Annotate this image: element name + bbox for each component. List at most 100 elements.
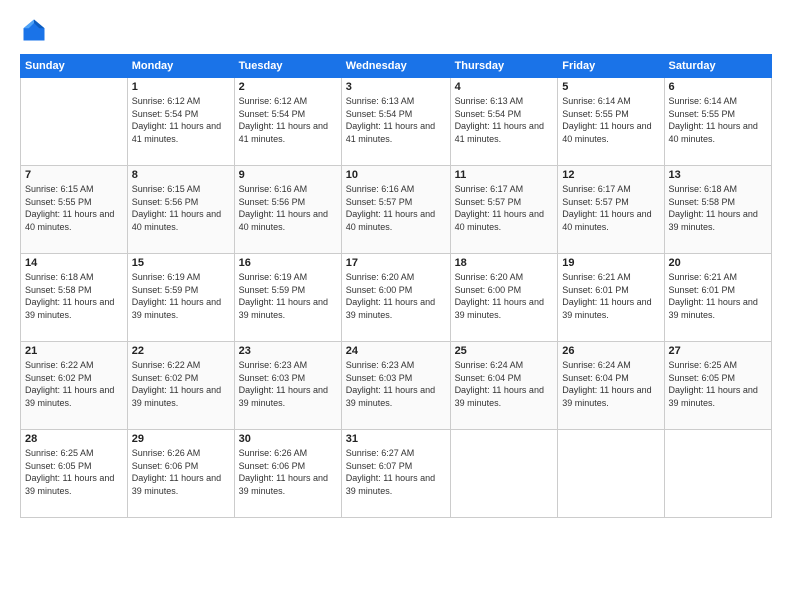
calendar-cell: 23 Sunrise: 6:23 AMSunset: 6:03 PMDayligh… [234,342,341,430]
day-number: 2 [239,81,337,93]
calendar-cell [450,430,558,518]
logo [20,16,52,44]
day-number: 20 [669,257,767,269]
calendar-cell: 14Sunrise: 6:18 AMSunset: 5:58 PMDayligh… [21,254,128,342]
day-number: 7 [25,169,123,181]
day-number: 17 [346,257,446,269]
calendar-cell: 6Sunrise: 6:14 AMSunset: 5:55 PMDaylight… [664,78,771,166]
day-number: 28 [25,433,123,445]
calendar-cell: 9 Sunrise: 6:16 AMSunset: 5:56 PMDaylight… [234,166,341,254]
day-info: Sunrise: 6:20 AMSunset: 6:00 PMDaylight:… [455,271,554,321]
day-info: Sunrise: 6:24 AMSunset: 6:04 PMDaylight:… [562,359,659,409]
day-number: 16 [239,257,337,269]
day-number: 25 [455,345,554,357]
day-info: Sunrise: 6:26 AMSunset: 6:06 PMDaylight:… [132,447,230,497]
day-info: Sunrise: 6:12 AMSunset: 5:54 PMDaylight:… [132,95,230,145]
calendar-header-row: SundayMondayTuesdayWednesdayThursdayFrid… [21,55,772,78]
day-info: Sunrise: 6:21 AMSunset: 6:01 PMDaylight:… [669,271,767,321]
day-number: 19 [562,257,659,269]
day-number: 27 [669,345,767,357]
day-number: 23 [239,345,337,357]
day-number: 3 [346,81,446,93]
day-number: 30 [239,433,337,445]
calendar-header-friday: Friday [558,55,664,78]
calendar-cell: 17 Sunrise: 6:20 AMSunset: 6:00 PMDayligh… [341,254,450,342]
day-info: Sunrise: 6:23 AMSunset: 6:03 PMDaylight:… [346,359,446,409]
day-number: 13 [669,169,767,181]
calendar-cell: 11 Sunrise: 6:17 AMSunset: 5:57 PMDayligh… [450,166,558,254]
calendar-cell: 10 Sunrise: 6:16 AMSunset: 5:57 PMDayligh… [341,166,450,254]
day-number: 26 [562,345,659,357]
day-info: Sunrise: 6:16 AMSunset: 5:57 PMDaylight:… [346,183,446,233]
calendar-cell: 28Sunrise: 6:25 AMSunset: 6:05 PMDayligh… [21,430,128,518]
day-info: Sunrise: 6:13 AMSunset: 5:54 PMDaylight:… [346,95,446,145]
day-info: Sunrise: 6:17 AMSunset: 5:57 PMDaylight:… [562,183,659,233]
day-info: Sunrise: 6:15 AMSunset: 5:56 PMDaylight:… [132,183,230,233]
day-info: Sunrise: 6:18 AMSunset: 5:58 PMDaylight:… [25,271,123,321]
day-number: 5 [562,81,659,93]
day-number: 11 [455,169,554,181]
logo-icon [20,16,48,44]
calendar-cell: 20 Sunrise: 6:21 AMSunset: 6:01 PMDayligh… [664,254,771,342]
calendar-cell: 2 Sunrise: 6:12 AMSunset: 5:54 PMDaylight… [234,78,341,166]
day-info: Sunrise: 6:15 AMSunset: 5:55 PMDaylight:… [25,183,123,233]
calendar-header-tuesday: Tuesday [234,55,341,78]
day-number: 31 [346,433,446,445]
calendar-cell: 15 Sunrise: 6:19 AMSunset: 5:59 PMDayligh… [127,254,234,342]
day-info: Sunrise: 6:12 AMSunset: 5:54 PMDaylight:… [239,95,337,145]
day-info: Sunrise: 6:22 AMSunset: 6:02 PMDaylight:… [132,359,230,409]
calendar-cell: 12Sunrise: 6:17 AMSunset: 5:57 PMDayligh… [558,166,664,254]
calendar-cell: 1 Sunrise: 6:12 AMSunset: 5:54 PMDaylight… [127,78,234,166]
day-number: 22 [132,345,230,357]
day-info: Sunrise: 6:16 AMSunset: 5:56 PMDaylight:… [239,183,337,233]
calendar-cell: 31 Sunrise: 6:27 AMSunset: 6:07 PMDayligh… [341,430,450,518]
calendar-cell [664,430,771,518]
calendar-week-5: 28Sunrise: 6:25 AMSunset: 6:05 PMDayligh… [21,430,772,518]
day-info: Sunrise: 6:26 AMSunset: 6:06 PMDaylight:… [239,447,337,497]
calendar-cell [21,78,128,166]
day-info: Sunrise: 6:14 AMSunset: 5:55 PMDaylight:… [562,95,659,145]
day-info: Sunrise: 6:18 AMSunset: 5:58 PMDaylight:… [669,183,767,233]
day-info: Sunrise: 6:23 AMSunset: 6:03 PMDaylight:… [239,359,337,409]
page: SundayMondayTuesdayWednesdayThursdayFrid… [0,0,792,612]
day-number: 29 [132,433,230,445]
calendar-cell: 7 Sunrise: 6:15 AMSunset: 5:55 PMDaylight… [21,166,128,254]
day-info: Sunrise: 6:19 AMSunset: 5:59 PMDaylight:… [132,271,230,321]
calendar-header-sunday: Sunday [21,55,128,78]
calendar-cell: 30 Sunrise: 6:26 AMSunset: 6:06 PMDayligh… [234,430,341,518]
calendar-cell: 5 Sunrise: 6:14 AMSunset: 5:55 PMDaylight… [558,78,664,166]
calendar-cell: 4 Sunrise: 6:13 AMSunset: 5:54 PMDaylight… [450,78,558,166]
day-info: Sunrise: 6:19 AMSunset: 5:59 PMDaylight:… [239,271,337,321]
day-info: Sunrise: 6:24 AMSunset: 6:04 PMDaylight:… [455,359,554,409]
calendar-cell: 13 Sunrise: 6:18 AMSunset: 5:58 PMDayligh… [664,166,771,254]
day-number: 15 [132,257,230,269]
calendar-header-wednesday: Wednesday [341,55,450,78]
day-info: Sunrise: 6:13 AMSunset: 5:54 PMDaylight:… [455,95,554,145]
day-info: Sunrise: 6:17 AMSunset: 5:57 PMDaylight:… [455,183,554,233]
day-number: 4 [455,81,554,93]
calendar-week-3: 14Sunrise: 6:18 AMSunset: 5:58 PMDayligh… [21,254,772,342]
calendar-week-4: 21Sunrise: 6:22 AMSunset: 6:02 PMDayligh… [21,342,772,430]
calendar-week-2: 7 Sunrise: 6:15 AMSunset: 5:55 PMDaylight… [21,166,772,254]
calendar-cell: 16 Sunrise: 6:19 AMSunset: 5:59 PMDayligh… [234,254,341,342]
calendar-cell: 24 Sunrise: 6:23 AMSunset: 6:03 PMDayligh… [341,342,450,430]
calendar-cell: 22 Sunrise: 6:22 AMSunset: 6:02 PMDayligh… [127,342,234,430]
day-number: 1 [132,81,230,93]
calendar-cell: 26 Sunrise: 6:24 AMSunset: 6:04 PMDayligh… [558,342,664,430]
calendar-cell: 29 Sunrise: 6:26 AMSunset: 6:06 PMDayligh… [127,430,234,518]
day-info: Sunrise: 6:20 AMSunset: 6:00 PMDaylight:… [346,271,446,321]
day-number: 9 [239,169,337,181]
day-info: Sunrise: 6:14 AMSunset: 5:55 PMDaylight:… [669,95,767,145]
calendar-cell: 19Sunrise: 6:21 AMSunset: 6:01 PMDayligh… [558,254,664,342]
day-info: Sunrise: 6:27 AMSunset: 6:07 PMDaylight:… [346,447,446,497]
day-number: 24 [346,345,446,357]
calendar-header-saturday: Saturday [664,55,771,78]
day-info: Sunrise: 6:22 AMSunset: 6:02 PMDaylight:… [25,359,123,409]
calendar-cell [558,430,664,518]
calendar-cell: 18 Sunrise: 6:20 AMSunset: 6:00 PMDayligh… [450,254,558,342]
calendar-cell: 21Sunrise: 6:22 AMSunset: 6:02 PMDayligh… [21,342,128,430]
calendar-header-monday: Monday [127,55,234,78]
day-number: 10 [346,169,446,181]
calendar-cell: 8Sunrise: 6:15 AMSunset: 5:56 PMDaylight… [127,166,234,254]
day-number: 18 [455,257,554,269]
